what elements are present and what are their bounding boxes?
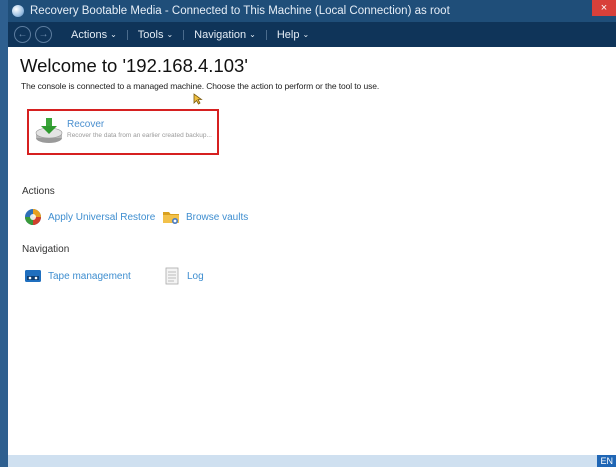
app-window: Recovery Bootable Media - Connected to T… [0, 0, 616, 467]
apply-universal-restore-link[interactable]: Apply Universal Restore [24, 208, 155, 226]
menu-navigation[interactable]: Navigation ⌄ [191, 29, 259, 41]
apply-universal-restore-label: Apply Universal Restore [48, 211, 156, 223]
app-icon [12, 5, 24, 17]
window-title: Recovery Bootable Media - Connected to T… [30, 5, 450, 17]
log-label: Log [187, 270, 204, 282]
browse-vaults-link[interactable]: Browse vaults [162, 208, 248, 226]
menu-help[interactable]: Help ⌄ [274, 29, 312, 41]
forward-arrow-icon[interactable]: → [35, 26, 52, 43]
language-indicator[interactable]: EN [597, 455, 616, 467]
menu-separator [126, 29, 128, 40]
main-content: Welcome to '192.168.4.103' The console i… [8, 47, 616, 455]
recover-tile[interactable]: Recover Recover the data from an earlier… [27, 109, 219, 155]
page-title: Welcome to '192.168.4.103' [20, 55, 248, 76]
tape-management-label: Tape management [48, 270, 131, 282]
menu-actions[interactable]: Actions ⌄ [68, 29, 120, 41]
recover-text: Recover Recover the data from an earlier… [67, 119, 212, 139]
title-bar: Recovery Bootable Media - Connected to T… [8, 0, 616, 22]
window-left-border [0, 0, 8, 467]
universal-restore-icon [25, 209, 41, 225]
menu-tools-label: Tools [137, 28, 164, 41]
menu-separator [183, 29, 185, 40]
close-button[interactable]: × [592, 0, 616, 16]
menu-navigation-label: Navigation [194, 28, 247, 41]
tape-management-link[interactable]: Tape management [24, 267, 131, 285]
chevron-down-icon: ⌄ [166, 30, 174, 39]
main-menu: Actions ⌄ Tools ⌄ Navigation ⌄ Help ⌄ [68, 29, 312, 41]
folder-icon [163, 212, 179, 224]
tape-icon [25, 270, 41, 282]
browse-vaults-label: Browse vaults [186, 211, 249, 223]
page-subtitle: The console is connected to a managed ma… [21, 81, 380, 91]
chevron-down-icon: ⌄ [110, 30, 117, 39]
menu-tools[interactable]: Tools ⌄ [135, 29, 176, 41]
menu-bar: ← → Actions ⌄ Tools ⌄ Navigation ⌄ Help … [8, 22, 616, 47]
menu-help-label: Help [276, 28, 300, 41]
actions-heading: Actions [22, 186, 55, 197]
menu-actions-label: Actions [71, 28, 108, 41]
log-icon [165, 267, 179, 285]
recover-icon [35, 118, 63, 143]
chevron-down-icon: ⌄ [302, 30, 310, 39]
taskbar: EN [8, 455, 616, 467]
navigation-heading: Navigation [22, 244, 70, 255]
mouse-cursor-icon [193, 93, 203, 105]
chevron-down-icon: ⌄ [249, 30, 256, 39]
log-link[interactable]: Log [163, 267, 204, 285]
back-arrow-icon[interactable]: ← [14, 26, 31, 43]
recover-description: Recover the data from an earlier created… [67, 132, 212, 139]
menu-separator [265, 29, 267, 40]
recover-title: Recover [67, 119, 105, 130]
